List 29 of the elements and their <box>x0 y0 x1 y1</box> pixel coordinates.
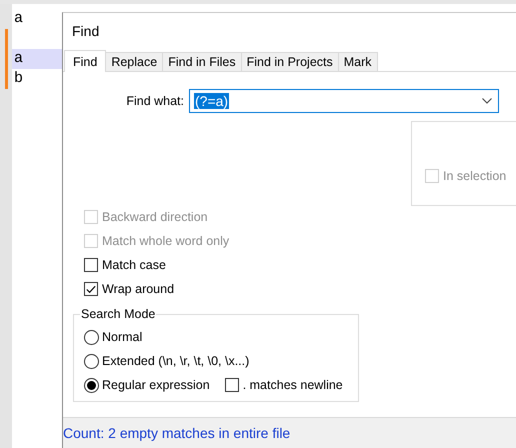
tab[interactable]: Mark <box>338 52 378 71</box>
field-value: (?=a) <box>194 93 230 109</box>
tab[interactable]: Find <box>64 50 106 72</box>
radio-label: Extended (\n, \r, \t, \0, \x...) <box>102 354 250 368</box>
checkbox-label: Match case <box>102 258 166 272</box>
checkbox-label: Backward direction <box>102 210 208 224</box>
radio-button[interactable] <box>84 354 99 368</box>
tab[interactable]: Find in Files <box>162 52 242 71</box>
checkbox-label: In selection <box>443 169 506 183</box>
checkbox[interactable] <box>224 378 239 392</box>
radio-button[interactable] <box>84 378 99 392</box>
radio-label: Regular expression <box>102 378 210 392</box>
field-label: Find what: <box>126 94 184 108</box>
code-line: b <box>13 69 24 89</box>
tab[interactable]: Find in Projects <box>240 52 339 71</box>
checkbox-label: Match whole word only <box>102 234 230 248</box>
status-text: Count: 2 empty matches in entire file <box>63 425 290 441</box>
chevron-down-icon[interactable] <box>482 98 492 104</box>
code-line: a <box>13 9 24 29</box>
radio-button[interactable] <box>84 330 99 344</box>
window-title: Find <box>72 23 100 39</box>
find-what-field[interactable]: (?=a) <box>189 89 499 113</box>
group-title: Search Mode <box>80 307 156 321</box>
tab[interactable]: Replace <box>105 52 164 71</box>
checkbox[interactable] <box>84 282 98 296</box>
radio-label: Normal <box>102 330 142 344</box>
checkbox-label: . matches newline <box>242 378 343 392</box>
checkbox[interactable] <box>84 258 98 272</box>
checkbox-label: Wrap around <box>102 282 174 296</box>
